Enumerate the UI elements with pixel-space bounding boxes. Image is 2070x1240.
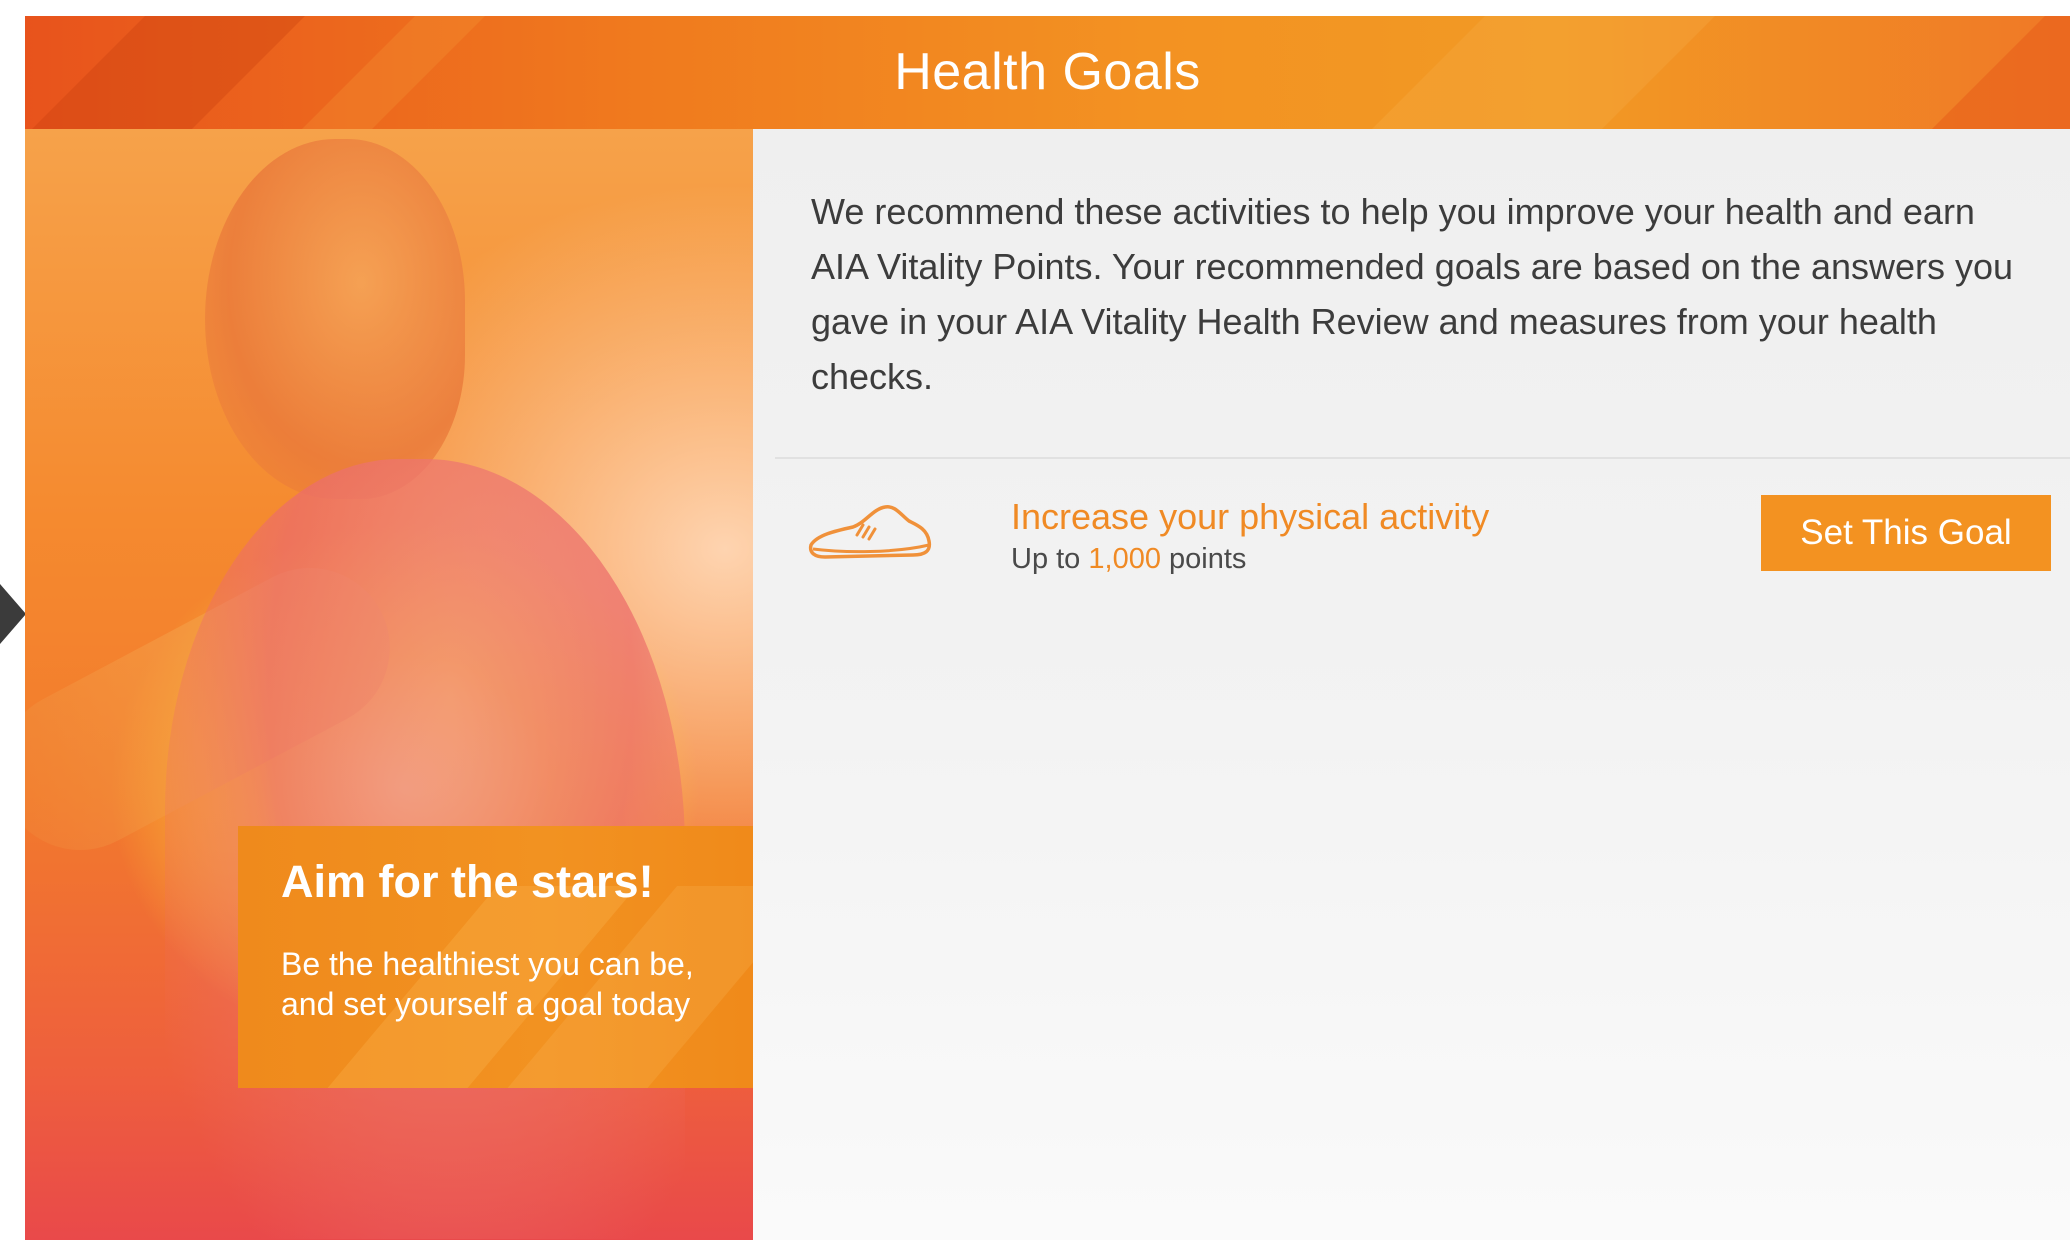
goal-title: Increase your physical activity xyxy=(1011,496,1490,537)
divider xyxy=(775,457,2070,459)
intro-text: We recommend these activities to help yo… xyxy=(811,191,2014,397)
points-value: 1,000 xyxy=(1088,543,1161,575)
set-goal-button[interactable]: Set This Goal xyxy=(1761,495,2051,571)
promo-banner: Aim for the stars! Be the healthiest you… xyxy=(238,826,753,1088)
page-header: Health Goals xyxy=(25,16,2070,129)
previous-arrow-icon[interactable] xyxy=(0,584,26,644)
promo-text: Be the healthiest you can be, and set yo… xyxy=(281,946,694,1022)
goals-panel: We recommend these activities to help yo… xyxy=(753,129,2070,1240)
sneaker-icon xyxy=(808,505,932,559)
points-suffix: points xyxy=(1169,543,1247,575)
promo-title: Aim for the stars! xyxy=(281,856,654,907)
points-prefix: Up to xyxy=(1011,543,1081,575)
goal-points: Up to 1,000 points xyxy=(1011,543,1246,576)
app-frame: Health Goals Aim for the stars! Be the h… xyxy=(0,0,2070,1240)
hero-image: Aim for the stars! Be the healthiest you… xyxy=(25,129,753,1240)
page-title: Health Goals xyxy=(894,43,1201,101)
